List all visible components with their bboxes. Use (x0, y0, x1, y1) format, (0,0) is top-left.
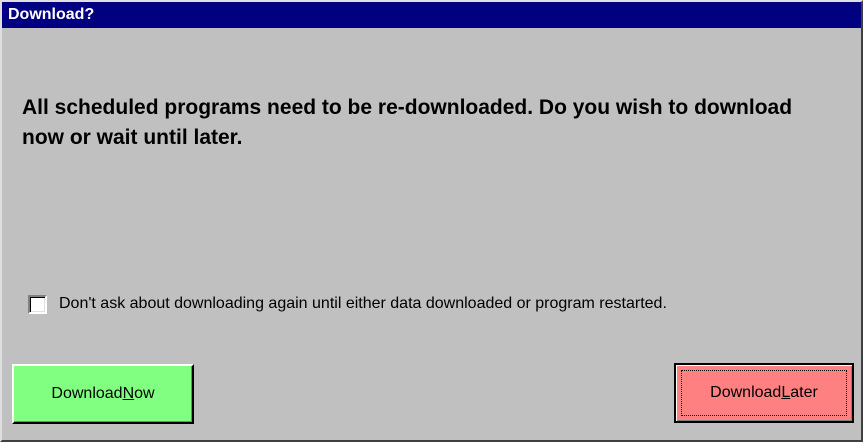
dialog-message: All scheduled programs need to be re-dow… (22, 96, 793, 149)
download-later-button[interactable]: Download Later (674, 363, 854, 423)
download-now-label: Download Now (14, 366, 192, 422)
download-later-accelerator: L (781, 384, 791, 401)
download-later-label: Download Later (681, 370, 847, 416)
download-now-button[interactable]: Download Now (12, 364, 194, 424)
dont-ask-option: Don't ask about downloading again until … (28, 293, 667, 315)
download-dialog: Download? All scheduled programs need to… (0, 0, 863, 442)
download-now-label-suffix: ow (134, 385, 155, 402)
download-later-label-prefix: Download (710, 384, 782, 401)
dialog-title: Download? (2, 2, 861, 28)
dont-ask-label[interactable]: Don't ask about downloading again until … (59, 295, 667, 313)
download-now-label-prefix: Download (51, 385, 123, 402)
download-now-accelerator: N (122, 385, 135, 402)
dont-ask-checkbox[interactable] (28, 294, 47, 314)
download-later-label-suffix: ater (790, 384, 818, 401)
